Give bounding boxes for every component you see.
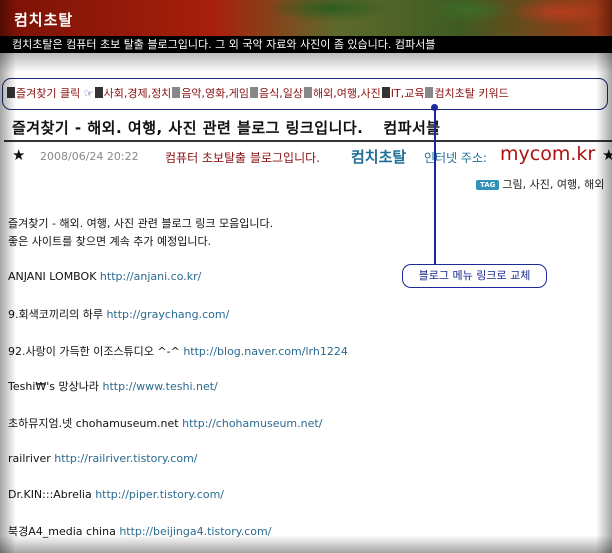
bullet-icon [250, 87, 259, 98]
post-title[interactable]: 즐겨찾기 - 해외. 여행, 사진 관련 블로그 링크입니다. 컴파서블 [12, 117, 441, 138]
tag-row: TAG 그림, 사진, 여행, 해외 [476, 176, 604, 192]
bullet-icon [425, 87, 434, 98]
bullet-icon [7, 87, 15, 98]
list-item: Teshi₩'s 망상나라 http://www.teshi.net/ [8, 378, 218, 394]
pointing-hand-icon: ☞ [83, 87, 94, 100]
list-item: 초하뮤지엄.넷 chohamuseum.net http://chohamuse… [8, 415, 322, 431]
link-url[interactable]: http://railriver.tistory.com/ [54, 452, 197, 465]
bullet-icon [304, 87, 313, 98]
nav-item-music[interactable]: 음악,영화,게임 [181, 87, 249, 100]
annotation-line [434, 106, 436, 267]
blog-name-link[interactable]: 컴치초탈 [351, 146, 406, 167]
intro-line: 즐겨찾기 - 해외. 여행, 사진 관련 블로그 링크 모음입니다. [8, 217, 274, 230]
tag-icon: TAG [476, 180, 500, 190]
link-name: Teshi₩'s 망상나라 [8, 380, 99, 393]
nav-item-keywords[interactable]: 컴치초탈 키워드 [434, 87, 508, 100]
post-title-text[interactable]: 즐겨찾기 - 해외. 여행, 사진 관련 블로그 링크입니다. [12, 119, 363, 137]
bullet-icon [381, 87, 390, 98]
star-icon: ★ [602, 146, 612, 164]
nav-item-it[interactable]: IT,교육 [391, 87, 425, 100]
header-banner: 컴치초탈 [0, 0, 612, 36]
bullet-icon [172, 87, 181, 98]
bullet-icon [94, 87, 103, 98]
title-divider [4, 140, 612, 142]
list-item: 92.사랑이 가득한 이조스튜디오 ^-^ http://blog.naver.… [8, 343, 348, 359]
nav-item-food[interactable]: 음식,일상 [259, 87, 303, 100]
header-shadow [0, 53, 612, 73]
link-url[interactable]: http://graychang.com/ [106, 308, 229, 321]
list-item: 북경A4_media china http://beijinga4.tistor… [8, 523, 271, 539]
nav-favorites-label: 즐겨찾기 클릭 [16, 87, 81, 100]
domain-link[interactable]: mycom.kr [500, 143, 595, 165]
nav-item-society[interactable]: 사회,경제,정치 [104, 87, 172, 100]
post-date: 2008/06/24 20:22 [40, 150, 139, 163]
link-url[interactable]: http://www.teshi.net/ [102, 380, 217, 393]
nav-bar: 즐겨찾기 클릭 ☞ 사회,경제,정치 음악,영화,게임 음식,일상 해외,여행,사진 IT… [2, 78, 608, 110]
link-name: 92.사랑이 가득한 이조스튜디오 ^-^ [8, 345, 180, 358]
link-name: 9.회색코끼리의 하루 [8, 308, 103, 321]
blog-description: 컴퓨터 초보탈출 블로그입니다. [165, 151, 320, 165]
link-url[interactable]: http://chohamuseum.net/ [182, 417, 322, 430]
link-name: 초하뮤지엄.넷 chohamuseum.net [8, 417, 179, 430]
link-url[interactable]: http://blog.naver.com/lrh1224 [183, 345, 348, 358]
post-brand: 컴파서블 [383, 119, 441, 137]
link-name: Dr.KIN:::Abrelia [8, 488, 92, 501]
annotation-callout: 블로그 메뉴 링크로 교체 [402, 264, 547, 288]
list-item: railriver http://railriver.tistory.com/ [8, 452, 198, 465]
link-url[interactable]: http://anjani.co.kr/ [100, 270, 201, 283]
link-name: 북경A4_media china [8, 525, 116, 538]
blog-subtitle: 컴치초탈은 컴퓨터 초보 탈출 블로그입니다. 그 외 국악 자료와 사진이 좀… [0, 36, 612, 53]
nav-item-travel[interactable]: 해외,여행,사진 [313, 87, 381, 100]
link-url[interactable]: http://piper.tistory.com/ [95, 488, 224, 501]
star-icon: ★ [12, 146, 26, 164]
list-item: Dr.KIN:::Abrelia http://piper.tistory.co… [8, 488, 224, 501]
list-item: ANJANI LOMBOK http://anjani.co.kr/ [8, 270, 201, 283]
link-name: railriver [8, 452, 51, 465]
list-item: 9.회색코끼리의 하루 http://graychang.com/ [8, 306, 229, 322]
link-name: ANJANI LOMBOK [8, 270, 97, 283]
tag-list[interactable]: 그림, 사진, 여행, 해외 [502, 178, 604, 191]
intro-line: 좋은 사이트를 찾으면 계속 추가 예정입니다. [8, 235, 212, 248]
blog-title[interactable]: 컴치초탈 [14, 9, 73, 30]
page: 컴치초탈 컴치초탈은 컴퓨터 초보 탈출 블로그입니다. 그 외 국악 자료와 … [0, 0, 612, 553]
link-url[interactable]: http://beijinga4.tistory.com/ [119, 525, 271, 538]
